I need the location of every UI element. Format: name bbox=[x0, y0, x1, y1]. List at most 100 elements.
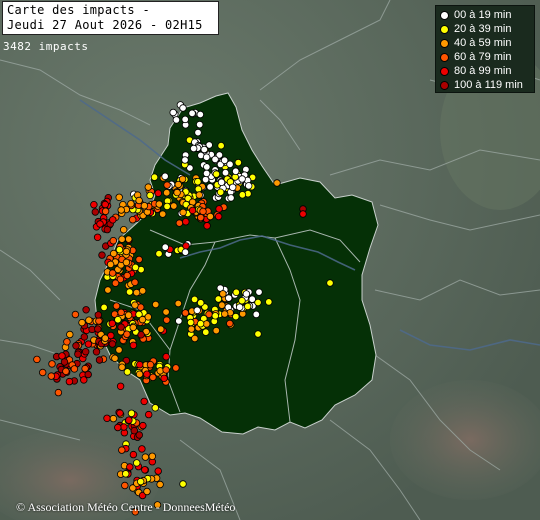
strike-marker bbox=[129, 450, 138, 459]
strike-marker bbox=[161, 243, 169, 251]
legend-item: 80 à 99 min bbox=[440, 64, 534, 78]
strike-marker bbox=[181, 156, 189, 164]
strike-marker bbox=[72, 342, 80, 350]
strike-marker bbox=[132, 288, 141, 297]
strike-marker bbox=[326, 279, 334, 287]
strike-marker bbox=[162, 353, 170, 361]
strike-marker bbox=[62, 367, 70, 375]
strike-marker bbox=[143, 487, 151, 496]
strike-marker bbox=[232, 288, 240, 296]
strike-marker bbox=[136, 477, 145, 486]
strike-marker bbox=[273, 179, 281, 187]
strike-marker bbox=[74, 350, 82, 358]
strike-marker bbox=[206, 212, 214, 221]
strike-marker bbox=[170, 202, 178, 210]
legend-dot bbox=[440, 38, 449, 48]
strike-marker bbox=[124, 311, 133, 319]
legend-item: 00 à 19 min bbox=[440, 8, 534, 22]
strike-marker bbox=[124, 235, 133, 243]
strike-marker bbox=[115, 346, 123, 354]
strike-marker bbox=[172, 364, 180, 372]
strike-marker bbox=[228, 183, 237, 191]
strike-marker bbox=[138, 287, 147, 295]
strike-marker bbox=[162, 188, 171, 197]
strike-marker bbox=[163, 181, 171, 189]
strike-marker bbox=[255, 288, 263, 296]
strike-marker bbox=[196, 110, 204, 119]
strike-marker bbox=[122, 258, 131, 267]
strike-marker bbox=[128, 215, 137, 224]
strike-marker bbox=[117, 323, 125, 331]
strike-marker bbox=[117, 308, 125, 317]
strike-marker bbox=[84, 340, 93, 348]
strike-marker bbox=[82, 306, 90, 314]
strike-marker bbox=[112, 302, 121, 310]
strike-marker bbox=[126, 463, 134, 471]
strike-marker bbox=[196, 320, 205, 328]
strike-marker bbox=[206, 183, 214, 191]
strike-marker bbox=[80, 376, 88, 384]
legend-item: 40 à 59 min bbox=[440, 36, 534, 50]
strike-marker bbox=[211, 155, 219, 164]
strike-marker bbox=[100, 303, 108, 312]
strike-marker bbox=[116, 409, 124, 417]
legend-label: 20 à 39 min bbox=[454, 23, 512, 35]
strike-marker bbox=[149, 373, 157, 381]
strike-marker bbox=[175, 219, 184, 227]
strike-marker bbox=[121, 470, 130, 478]
strike-marker bbox=[118, 446, 126, 454]
strike-marker bbox=[254, 298, 262, 307]
strike-marker bbox=[109, 414, 118, 423]
strike-marker bbox=[194, 128, 202, 137]
strike-marker bbox=[111, 279, 120, 287]
strike-marker bbox=[129, 323, 137, 332]
strike-marker bbox=[299, 210, 307, 218]
strike-marker bbox=[103, 225, 111, 234]
strike-marker bbox=[141, 453, 150, 461]
strike-marker bbox=[193, 306, 201, 314]
strike-marker bbox=[160, 374, 168, 382]
strike-marker bbox=[226, 319, 234, 328]
strike-marker bbox=[101, 334, 109, 342]
strike-marker bbox=[131, 301, 139, 309]
strike-marker bbox=[135, 196, 143, 205]
strike-marker bbox=[116, 382, 125, 390]
strike-marker bbox=[235, 303, 244, 311]
legend-item: 20 à 39 min bbox=[440, 22, 534, 36]
strike-marker bbox=[131, 278, 139, 286]
strike-marker bbox=[179, 208, 187, 217]
strike-marker bbox=[212, 326, 220, 335]
strike-marker bbox=[174, 299, 182, 308]
strike-marker bbox=[54, 388, 63, 397]
copyright-credit: © Association Météo Centre - DonneesMété… bbox=[16, 500, 236, 514]
strike-marker bbox=[181, 115, 189, 124]
strike-marker bbox=[162, 316, 171, 324]
strike-marker bbox=[91, 208, 99, 216]
legend-dot bbox=[440, 52, 449, 62]
strike-marker bbox=[138, 315, 147, 324]
strike-marker bbox=[148, 452, 156, 460]
strike-marker bbox=[196, 299, 205, 307]
strike-marker bbox=[109, 216, 117, 224]
strike-marker bbox=[115, 245, 124, 254]
strike-marker bbox=[118, 363, 126, 371]
strike-marker bbox=[219, 290, 227, 298]
strike-marker bbox=[90, 200, 98, 209]
strike-marker bbox=[60, 358, 69, 366]
title-line-1: Carte des impacts - bbox=[7, 3, 150, 17]
strike-marker bbox=[127, 200, 135, 208]
legend-label: 40 à 59 min bbox=[454, 37, 512, 49]
legend-dot bbox=[440, 24, 449, 34]
strike-marker bbox=[137, 331, 145, 339]
strike-marker bbox=[135, 370, 144, 378]
strike-marker bbox=[103, 414, 111, 422]
strike-marker bbox=[182, 242, 190, 250]
legend-item: 60 à 79 min bbox=[440, 50, 534, 64]
strike-marker bbox=[163, 202, 171, 211]
strike-marker bbox=[238, 191, 247, 199]
strike-marker bbox=[93, 233, 102, 241]
strike-marker bbox=[181, 248, 190, 256]
strike-marker bbox=[238, 297, 246, 305]
strike-marker bbox=[33, 355, 41, 364]
strike-marker bbox=[146, 361, 155, 369]
